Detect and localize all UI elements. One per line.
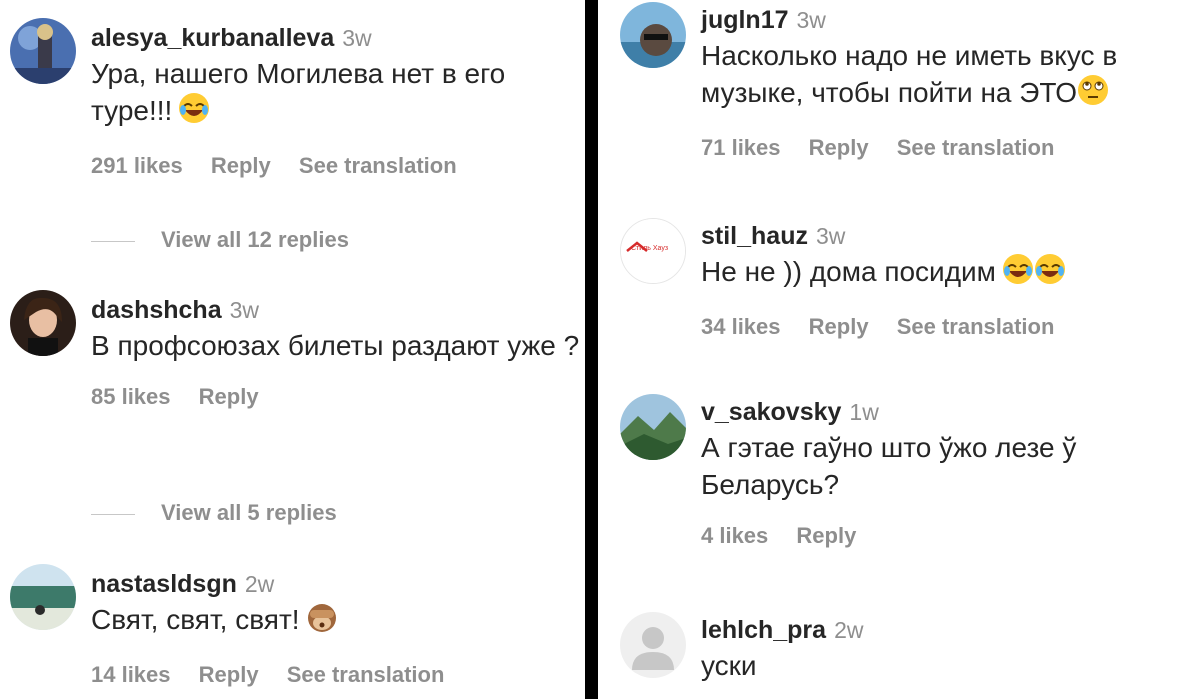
username[interactable]: jugln17 [701, 6, 789, 34]
see-translation-button[interactable]: See translation [287, 662, 445, 687]
likes-count[interactable]: 291 likes [91, 153, 183, 178]
comment-time: 3w [796, 7, 826, 33]
comment-actions: 4 likes Reply [701, 523, 1196, 549]
see-no-evil-monkey-icon [306, 601, 338, 642]
username[interactable]: alesya_kurbanalleva [91, 24, 334, 52]
view-replies-button[interactable]: View all 5 replies [91, 500, 337, 526]
reply-button[interactable]: Reply [809, 135, 869, 160]
avatar[interactable] [10, 564, 76, 630]
left-comment-panel: alesya_kurbanalleva 3w Ура, нашего Могиле… [0, 0, 585, 699]
reply-button[interactable]: Reply [211, 153, 271, 178]
face-with-rolling-eyes-icon [1077, 74, 1109, 115]
replies-divider-line [91, 240, 135, 242]
reply-button[interactable]: Reply [796, 523, 856, 548]
username[interactable]: lehlch_pra [701, 616, 826, 644]
comment-actions: 14 likes Reply See translation [91, 662, 581, 688]
likes-count[interactable]: 14 likes [91, 662, 171, 687]
comment-actions: 71 likes Reply See translation [701, 135, 1196, 161]
right-comment-panel: jugln17 3w Насколько надо не иметь вкус в… [598, 0, 1200, 699]
comment-actions: 291 likes Reply See translation [91, 153, 581, 179]
comment-text: В профсоюзах билеты раздают уже ? [91, 330, 580, 361]
comment-time: 2w [244, 571, 275, 597]
comment-text: Насколько надо не иметь вкус в музыке, ч… [701, 37, 1196, 115]
see-translation-button[interactable]: See translation [897, 314, 1055, 339]
username[interactable]: v_sakovsky [701, 398, 841, 426]
avatar[interactable] [620, 394, 686, 460]
see-translation-button[interactable]: See translation [299, 153, 457, 178]
comment-text: уски [701, 650, 757, 681]
likes-count[interactable]: 71 likes [701, 135, 781, 160]
comment-time: 3w [342, 25, 372, 51]
comment-actions: 34 likes Reply See translation [701, 314, 1196, 340]
username[interactable]: dashshcha [91, 296, 222, 324]
username[interactable]: nastasldsgn [91, 570, 237, 598]
avatar[interactable] [10, 18, 76, 84]
comment-text: Не не )) дома посидим [701, 253, 1196, 294]
face-with-tears-of-joy-icon [1002, 253, 1066, 294]
replies-divider-line [91, 513, 135, 515]
see-translation-button[interactable]: See translation [897, 135, 1055, 160]
reply-button[interactable]: Reply [809, 314, 869, 339]
reply-button[interactable]: Reply [199, 384, 259, 409]
comment-actions: 85 likes Reply [91, 384, 581, 410]
comment-time: 1w [849, 399, 879, 425]
avatar[interactable] [620, 2, 686, 68]
likes-count[interactable]: 34 likes [701, 314, 781, 339]
comment-time: 2w [834, 617, 864, 643]
likes-count[interactable]: 4 likes [701, 523, 768, 548]
avatar[interactable]: Стиль Хауз [620, 218, 686, 284]
comment-text: А гэтае гаўно што ўжо лезе ў Беларусь? [701, 432, 1077, 500]
avatar-logo-text: Стиль Хауз [631, 245, 669, 252]
reply-button[interactable]: Reply [199, 662, 259, 687]
comment-time: 3w [229, 297, 260, 323]
comment-text: Ура, нашего Могилева нет в его туре!!! [91, 55, 581, 133]
comment-text: Свят, свят, свят! [91, 601, 581, 642]
username[interactable]: stil_hauz [701, 222, 808, 250]
likes-count[interactable]: 85 likes [91, 384, 171, 409]
default-avatar-icon[interactable] [620, 612, 686, 678]
avatar[interactable] [10, 290, 76, 356]
comment-time: 3w [815, 223, 846, 249]
face-with-tears-of-joy-icon [178, 92, 210, 133]
view-replies-button[interactable]: View all 12 replies [91, 227, 349, 253]
